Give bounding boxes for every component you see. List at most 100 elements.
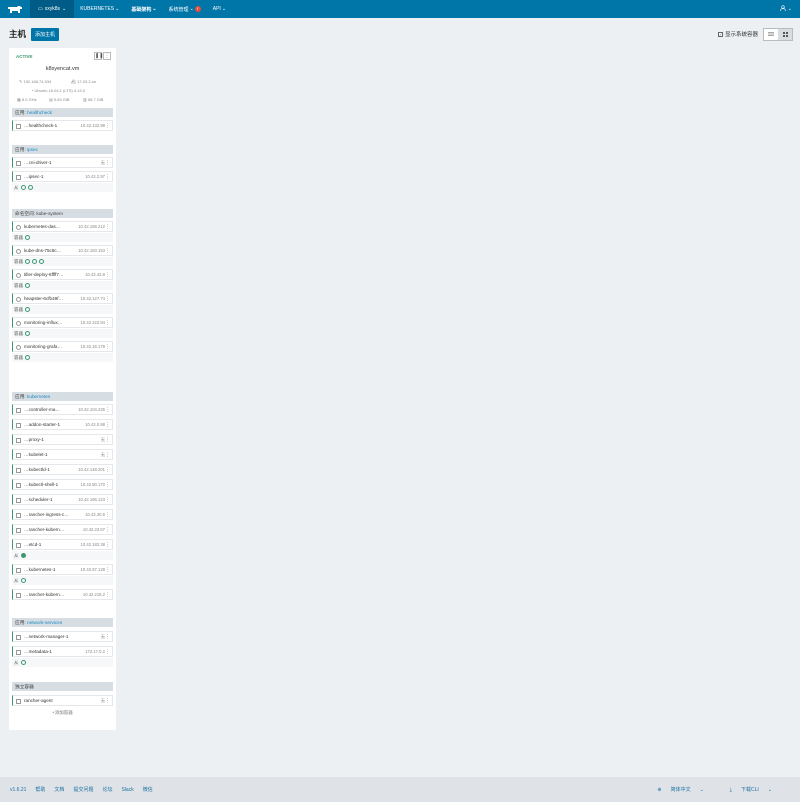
container-icon[interactable] (25, 331, 30, 336)
container-row[interactable]: …kubectld-1 10.42.148.201 ⋮ (12, 464, 113, 475)
sidekick-icon[interactable] (20, 578, 26, 583)
container-row[interactable]: …etcd-1 10.42.182.38 ⋮ (12, 539, 113, 550)
stack-header[interactable]: 应用: healthcheck (12, 108, 113, 117)
more-menu-icon[interactable]: ⋮ (105, 160, 110, 166)
rancher-logo[interactable] (0, 0, 30, 18)
more-menu-icon[interactable]: ⋮ (105, 272, 110, 278)
download-cli-button[interactable]: ⤓ 下载CLI ⌄ (730, 786, 781, 793)
container-name: …kubelet-1 (24, 452, 48, 457)
container-row[interactable]: …addon-starter-1 10.42.0.88 ⋮ (12, 419, 113, 430)
more-menu-icon[interactable]: ⋮ (105, 512, 110, 518)
more-menu-icon[interactable]: ⋮ (105, 649, 110, 655)
container-icon[interactable] (25, 235, 30, 240)
pod-name: monitoring-influx… (24, 320, 63, 325)
pod-row[interactable]: tiller-deploy-6ffff7… 10.42.42.8 ⋮ (12, 269, 113, 280)
state-icon (16, 345, 21, 350)
more-menu-icon[interactable]: ⋮ (105, 296, 110, 302)
container-icon[interactable] (25, 259, 30, 264)
container-row[interactable]: …cni-driver-1 无 ⋮ (12, 157, 113, 168)
container-icon[interactable] (25, 283, 30, 288)
footer-link-docs[interactable]: 文档 (54, 786, 64, 793)
stack-header[interactable]: 命名空间: kube-system (12, 209, 113, 218)
more-menu-icon[interactable]: ⋮ (105, 452, 110, 458)
nav-admin[interactable]: 系统管理 ⌄! (163, 0, 207, 18)
pod-name: kubernetes-das… (24, 224, 61, 229)
more-menu-icon[interactable]: ⋮ (105, 437, 110, 443)
more-menu-icon[interactable]: ⋮ (105, 344, 110, 350)
container-row[interactable]: …ipsec-1 10.42.2.97 ⋮ (12, 171, 113, 182)
more-menu-icon[interactable]: ⋮ (105, 567, 110, 573)
more-menu-icon[interactable]: ⋮ (105, 467, 110, 473)
show-system-checkbox[interactable]: ✓ (717, 31, 723, 37)
container-row[interactable]: …rancher-kubern… 10.42.23.57 ⋮ (12, 524, 113, 535)
nav-api[interactable]: API ⌄ (207, 0, 232, 18)
more-menu-icon[interactable]: ⋮ (105, 527, 110, 533)
more-menu-icon[interactable]: ⋮ (105, 123, 110, 129)
nav-infrastructure[interactable]: 基础架构 ⌄ (125, 0, 162, 18)
container-icon[interactable] (32, 259, 37, 264)
host-ip-info: ✎ 192.168.74.534 (19, 79, 51, 84)
sidekick-icon[interactable] (20, 660, 26, 665)
version-label[interactable]: v1.6.21 (10, 787, 26, 793)
stack-header[interactable]: 应用: ipsec (12, 145, 113, 154)
footer-link-forum[interactable]: 论坛 (102, 786, 112, 793)
pod-name: kube-dns-75c8c… (24, 248, 62, 253)
state-icon (16, 650, 21, 655)
more-menu-icon[interactable]: ⋮ (103, 52, 111, 60)
list-view-button[interactable] (764, 28, 778, 40)
more-menu-icon[interactable]: ⋮ (105, 224, 110, 230)
container-row[interactable]: …scheduler-1 10.42.166.123 ⋮ (12, 494, 113, 505)
more-menu-icon[interactable]: ⋮ (105, 248, 110, 254)
footer-link-help[interactable]: 帮助 (35, 786, 45, 793)
container-row[interactable]: …kubelet-1 无 ⋮ (12, 449, 113, 460)
nav-kubernetes[interactable]: KUBERNETES ⌄ (74, 0, 125, 18)
container-row[interactable]: …kubectl-shell-1 10.42.80.170 ⋮ (12, 479, 113, 490)
container-icon[interactable] (25, 355, 30, 360)
sidekick-icon[interactable] (20, 185, 26, 190)
stack-header[interactable]: 应用: kubernetes (12, 392, 113, 401)
user-menu[interactable]: ⌄ (780, 0, 792, 18)
more-menu-icon[interactable]: ⋮ (105, 320, 110, 326)
state-icon (16, 124, 21, 129)
container-row[interactable]: rancher-agent 无 ⋮ (12, 695, 113, 706)
footer-link-slack[interactable]: Slack (121, 787, 133, 793)
pod-row[interactable]: kube-dns-75c8c… 10.42.183.153 ⋮ (12, 245, 113, 256)
container-row[interactable]: …network-manager-1 无 ⋮ (12, 631, 113, 642)
footer-link-wechat[interactable]: 微信 (143, 786, 153, 793)
pod-ip: 10.42.183.153 (78, 248, 105, 253)
stack-header[interactable]: 独立容器 (12, 682, 113, 691)
pause-icon[interactable]: ❚❚ (94, 52, 103, 60)
add-container-button[interactable]: +添加容器 (12, 710, 113, 716)
more-menu-icon[interactable]: ⋮ (105, 497, 110, 503)
grid-view-button[interactable] (778, 28, 792, 40)
container-row[interactable]: …healthcheck-1 10.42.132.98 ⋮ (12, 120, 113, 131)
more-menu-icon[interactable]: ⋮ (105, 698, 110, 704)
more-menu-icon[interactable]: ⋮ (105, 592, 110, 598)
container-row[interactable]: …rancher-ingress-c… 10.42.30.6 ⋮ (12, 509, 113, 520)
pod-row[interactable]: monitoring-influx… 10.42.222.84 ⋮ (12, 317, 113, 328)
container-icon[interactable] (25, 307, 30, 312)
more-menu-icon[interactable]: ⋮ (105, 542, 110, 548)
environment-name: sxyk8s (44, 6, 61, 12)
language-selector[interactable]: ⊕ 简体中文 ⌄ (657, 786, 712, 793)
pod-row[interactable]: heapster-6cfb49f… 10.42.127.74 ⋮ (12, 293, 113, 304)
pod-row[interactable]: kubernetes-das… 10.42.158.212 ⋮ (12, 221, 113, 232)
pod-row[interactable]: monitoring-grafa… 10.42.16.179 ⋮ (12, 341, 113, 352)
sidekick-icon[interactable] (20, 553, 26, 558)
more-menu-icon[interactable]: ⋮ (105, 174, 110, 180)
more-menu-icon[interactable]: ⋮ (105, 407, 110, 413)
container-icon[interactable] (39, 259, 44, 264)
sidekick-icon[interactable] (27, 185, 33, 190)
more-menu-icon[interactable]: ⋮ (105, 634, 110, 640)
container-row[interactable]: …proxy-1 无 ⋮ (12, 434, 113, 445)
container-row[interactable]: …controller-ma… 10.42.104.226 ⋮ (12, 404, 113, 415)
container-row[interactable]: …rancher-kubern… 10.42.219.2 ⋮ (12, 589, 113, 600)
environment-selector[interactable]: ▭ sxyk8s ⌄ (30, 0, 75, 18)
more-menu-icon[interactable]: ⋮ (105, 482, 110, 488)
more-menu-icon[interactable]: ⋮ (105, 422, 110, 428)
footer-link-issue[interactable]: 提交问题 (73, 786, 93, 793)
add-host-button[interactable]: 添加主机 (31, 27, 60, 41)
container-row[interactable]: …metadata-1 172.17.0.2 ⋮ (12, 646, 113, 657)
container-row[interactable]: …kubernetes-1 10.42.67.128 ⋮ (12, 564, 113, 575)
stack-header[interactable]: 应用: network-services (12, 618, 113, 627)
